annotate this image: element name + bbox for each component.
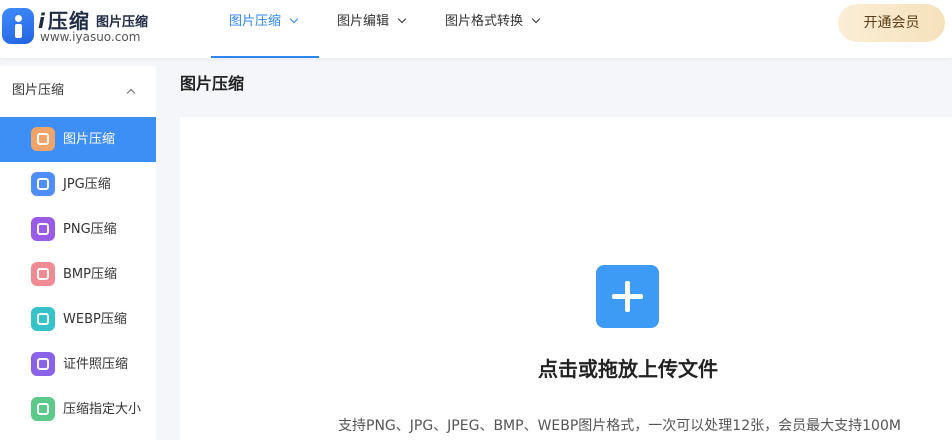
nav-tab-format-convert[interactable]: 图片格式转换	[445, 0, 541, 58]
sidebar-item-label: JPG压缩	[63, 177, 111, 192]
sidebar-item-label: 图片压缩	[63, 132, 116, 147]
upload-dropzone[interactable]	[180, 117, 952, 440]
page-title: 图片压缩	[180, 74, 245, 93]
chevron-up-icon	[126, 88, 136, 98]
bmp-file-icon	[31, 262, 55, 286]
logo-tagline: 图片压缩	[96, 15, 149, 30]
upload-hint: 支持PNG、JPG、JPEG、BMP、WEBP图片格式，一次可以处理12张，会员…	[338, 418, 901, 434]
logo-i-icon	[2, 8, 34, 44]
jpg-file-icon	[31, 172, 55, 196]
chevron-down-icon	[289, 14, 299, 24]
sidebar-item-label: PNG压缩	[63, 222, 117, 237]
logo-url: www.iyasuo.com	[40, 30, 141, 44]
sidebar-item-label: 证件照压缩	[63, 357, 129, 372]
sidebar-item-png-compress[interactable]: PNG压缩	[0, 207, 156, 252]
sidebar-item-jpg-compress[interactable]: JPG压缩	[0, 162, 156, 207]
top-navigation-bar: i 压缩 图片压缩 www.iyasuo.com 图片压缩 图片编辑 图片格式转换…	[0, 0, 952, 58]
nav-tab-image-compress[interactable]: 图片压缩	[229, 0, 299, 58]
chevron-down-icon	[531, 14, 541, 24]
id-photo-icon	[31, 352, 55, 376]
sidebar-item-image-compress[interactable]: 图片压缩	[0, 117, 156, 162]
png-file-icon	[31, 217, 55, 241]
sidebar-item-bmp-compress[interactable]: BMP压缩	[0, 252, 156, 297]
upload-plus-button[interactable]	[596, 265, 659, 328]
active-tab-indicator	[211, 56, 319, 58]
sidebar: 图片压缩 图片压缩 JPG压缩 PNG压缩 BMP压缩 WEBP压缩 证件照压缩…	[0, 66, 156, 440]
sidebar-item-compress-to-size[interactable]: 压缩指定大小	[0, 387, 156, 432]
upload-title[interactable]: 点击或拖放上传文件	[530, 353, 726, 382]
chevron-down-icon	[397, 14, 407, 24]
sidebar-item-label: WEBP压缩	[63, 312, 127, 327]
site-logo[interactable]: i 压缩 图片压缩 www.iyasuo.com	[0, 4, 170, 52]
nav-tab-image-edit[interactable]: 图片编辑	[337, 0, 407, 58]
nav-tab-label: 图片格式转换	[445, 14, 524, 29]
kb-size-icon	[31, 397, 55, 421]
sidebar-section-header[interactable]: 图片压缩	[0, 66, 156, 116]
sidebar-section-label: 图片压缩	[12, 83, 65, 98]
sidebar-item-webp-compress[interactable]: WEBP压缩	[0, 297, 156, 342]
open-membership-button[interactable]: 开通会员	[838, 4, 945, 42]
webp-file-icon	[31, 307, 55, 331]
sidebar-item-label: BMP压缩	[63, 267, 117, 282]
image-compress-icon	[31, 127, 55, 151]
nav-tab-label: 图片压缩	[229, 14, 282, 29]
sidebar-item-id-photo-compress[interactable]: 证件照压缩	[0, 342, 156, 387]
sidebar-item-label: 压缩指定大小	[63, 402, 142, 417]
nav-tab-label: 图片编辑	[337, 14, 390, 29]
